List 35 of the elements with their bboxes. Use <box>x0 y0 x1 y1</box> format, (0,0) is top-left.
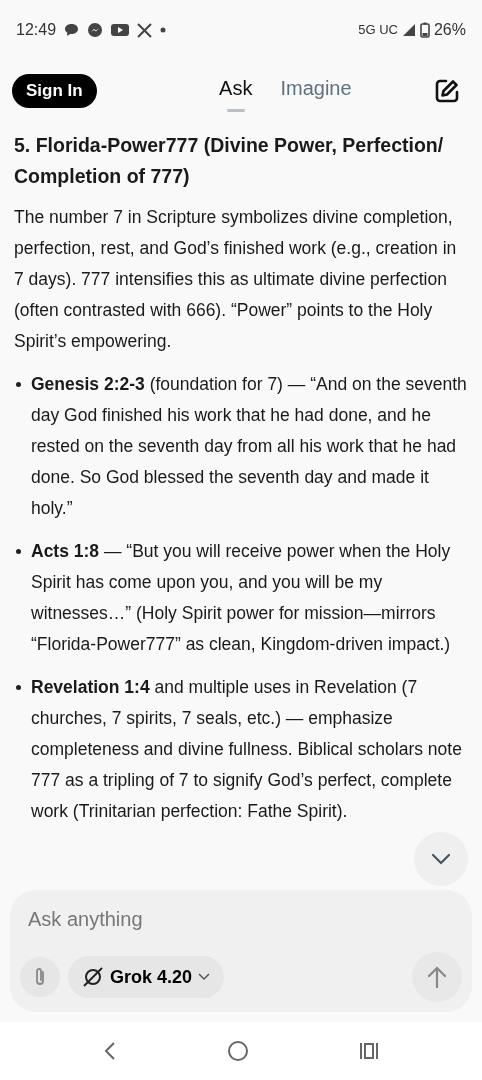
model-selector[interactable]: Grok 4.20 <box>68 956 225 998</box>
recents-icon[interactable] <box>359 1042 379 1060</box>
messenger-icon <box>87 22 104 38</box>
back-icon[interactable] <box>103 1041 117 1061</box>
signal-icon <box>401 23 416 37</box>
battery-icon <box>419 22 430 38</box>
tab[interactable]: Ask <box>213 69 259 113</box>
new-chat-icon[interactable] <box>434 78 460 104</box>
home-icon[interactable] <box>227 1040 249 1062</box>
sign-in-button[interactable]: Sign In <box>12 74 97 108</box>
bullet-icon <box>16 685 21 690</box>
ask-input-field[interactable]: Ask anything <box>20 900 462 952</box>
send-button[interactable] <box>412 952 462 1002</box>
bullet-text: Acts 1:8 — “But you will receive power when the Holy Spirit has come upon you, and you will be my witnesses…” (Holy Spirit power for mission—mirrors “Florida-Power777” as clean, Kingdom-driven impact.) <box>31 540 452 656</box>
slashed-circle-icon <box>82 966 104 988</box>
attach-button[interactable] <box>20 957 60 997</box>
chat-bubble-icon <box>64 23 80 37</box>
bullet-text: Revelation 1:4 and multiple uses in Revelation (7 churches, 7 spirits, 7 seals, etc.) — emphasize completeness and divine fullness. Biblical scholars note 777 as a tripling of 7 to signify God’s perfect, complete work (Trinitarian perfection: Fathe Spirit). <box>31 676 463 823</box>
bullet-icon <box>16 382 21 387</box>
paperclip-icon <box>33 966 47 988</box>
caret-icon <box>198 973 211 981</box>
bullet-text: Genesis 2:2-3 (foundation for 7) — “And on the seventh day God finished his work that he had done, and he rested on the seventh day from all his work that he had done. So God blessed the seventh day and made it holy.” <box>31 373 468 520</box>
x-icon <box>137 22 153 38</box>
tab[interactable]: Imagine <box>274 69 358 113</box>
bullet-icon <box>16 549 21 554</box>
arrow-up-icon <box>427 966 447 988</box>
chevron-down-icon <box>431 853 451 865</box>
composer-panel[interactable]: Ask anything Grok 4.20 <box>10 890 472 1012</box>
network-type: 5G UC <box>358 21 398 40</box>
paragraph: The number 7 in Scripture symbolizes divine completion, perfection, rest, and God’s finished work (e.g., creation in 7 days). 777 intensifies this as ultimate divine perfection (often contrasted with 666). “Power” points to the Holy Spirit’s empowering. <box>14 206 458 353</box>
battery-percent: 26% <box>433 20 466 40</box>
status-time: 12:49 <box>16 20 57 40</box>
notification-dot-icon <box>160 27 167 33</box>
video-play-icon <box>111 23 130 37</box>
section-heading: 5. Florida-Power777 (Divine Power, Perfection/ Completion of 777) <box>14 133 445 189</box>
